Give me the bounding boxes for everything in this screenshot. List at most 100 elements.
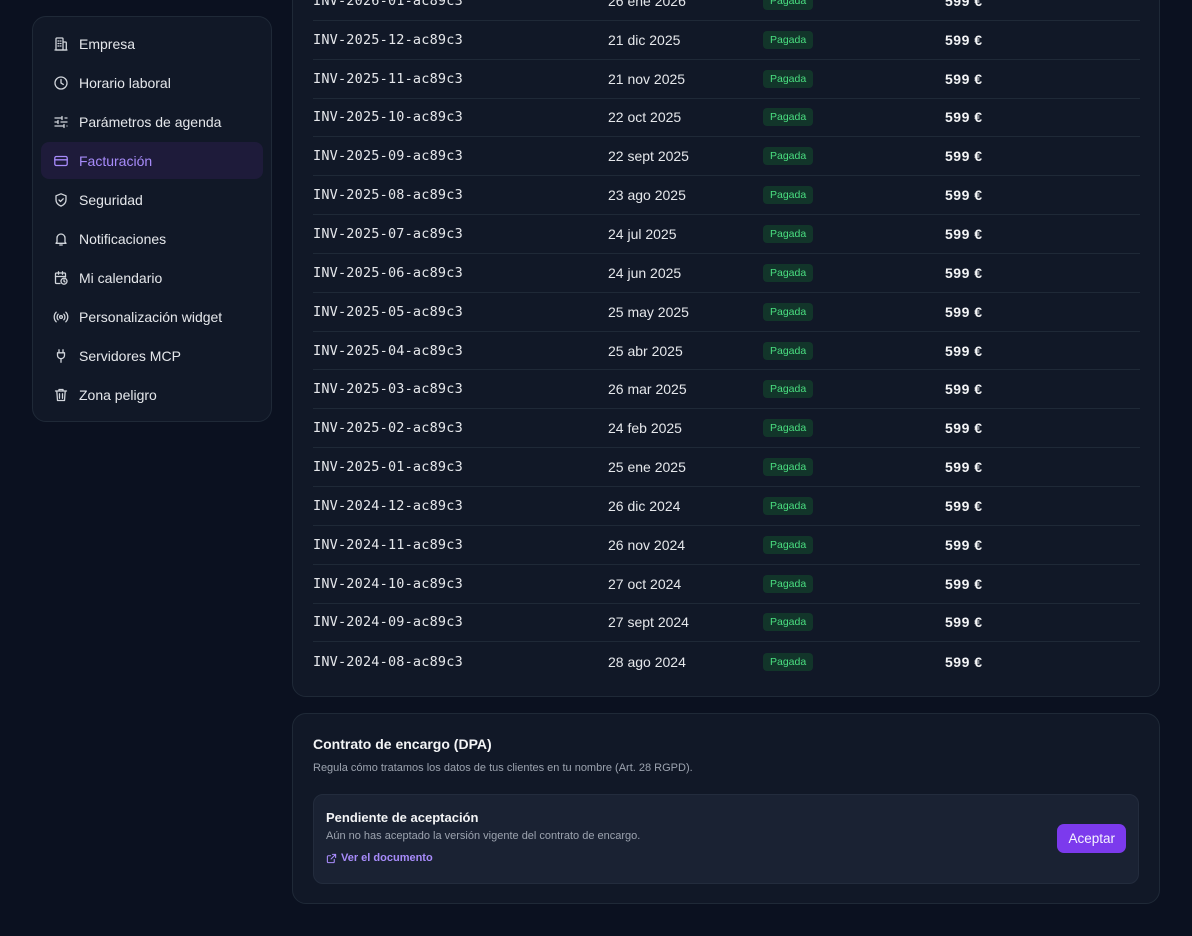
invoice-id: INV-2024-10-ac89c3 (313, 575, 463, 592)
sidebar-item-facturacion[interactable]: Facturación (41, 142, 263, 179)
invoice-amount: 599 € (945, 187, 983, 204)
invoice-row[interactable]: INV-2025-01-ac89c3 25 ene 2025 Pagada 599 € (313, 448, 1140, 487)
status-badge: Pagada (763, 0, 814, 10)
sidebar-item-parametros-agenda[interactable]: Parámetros de agenda (41, 103, 263, 140)
sidebar-item-zona-peligro[interactable]: Zona peligro (41, 376, 263, 413)
sidebar-item-servidores-mcp[interactable]: Servidores MCP (41, 337, 263, 374)
invoice-amount: 599 € (945, 536, 983, 553)
invoice-row[interactable]: INV-2025-09-ac89c3 22 sept 2025 Pagada 599 … (313, 137, 1140, 177)
credit-card-icon (53, 153, 69, 169)
status-badge: Pagada (763, 613, 814, 632)
invoice-date: 25 may 2025 (608, 303, 689, 320)
invoice-id: INV-2025-02-ac89c3 (313, 420, 463, 437)
external-link-icon (326, 853, 337, 863)
clock-icon (53, 75, 69, 91)
settings-sidebar: Empresa Horario laboral Parámetros de ag… (32, 16, 272, 422)
status-badge: Pagada (763, 574, 814, 593)
invoice-date: 28 ago 2024 (608, 653, 686, 670)
invoice-row[interactable]: INV-2025-08-ac89c3 23 ago 2025 Pagada 599 € (313, 176, 1140, 216)
invoice-id: INV-2025-03-ac89c3 (313, 381, 463, 398)
status-badge: Pagada (763, 341, 814, 360)
sidebar-item-notificaciones[interactable]: Notificaciones (41, 220, 263, 257)
invoice-amount: 599 € (945, 70, 983, 87)
dpa-card: Contrato de encargo (DPA) Regula cómo tr… (292, 713, 1160, 904)
invoice-amount: 599 € (945, 303, 983, 320)
invoices-table: INV-2026-01-ac89c3 26 ene 2026 Pagada 599 €… (313, 0, 1140, 681)
sidebar-item-label: Horario laboral (79, 74, 171, 91)
shield-icon (53, 192, 69, 208)
invoice-row[interactable]: INV-2024-12-ac89c3 26 dic 2024 Pagada 599 € (313, 487, 1140, 526)
invoice-row[interactable]: INV-2025-03-ac89c3 26 mar 2025 Pagada 599 € (313, 370, 1140, 410)
invoice-amount: 599 € (945, 497, 983, 514)
sidebar-item-label: Parámetros de agenda (79, 113, 222, 130)
invoice-row[interactable]: INV-2026-01-ac89c3 26 ene 2026 Pagada 599 € (313, 0, 1140, 21)
sidebar-item-empresa[interactable]: Empresa (41, 25, 263, 62)
invoice-row[interactable]: INV-2025-12-ac89c3 21 dic 2025 Pagada 599 € (313, 21, 1140, 60)
invoice-date: 26 ene 2026 (608, 0, 686, 9)
status-badge: Pagada (763, 147, 814, 166)
sidebar-item-label: Servidores MCP (79, 347, 181, 364)
calendar-clock-icon (53, 270, 69, 286)
invoice-row[interactable]: INV-2025-10-ac89c3 22 oct 2025 Pagada 599 € (313, 99, 1140, 138)
invoice-date: 23 ago 2025 (608, 187, 686, 204)
invoice-row[interactable]: INV-2024-08-ac89c3 28 ago 2024 Pagada 599 € (313, 642, 1140, 681)
sidebar-item-personalizacion-widget[interactable]: Personalización widget (41, 298, 263, 335)
sidebar-item-label: Mi calendario (79, 269, 163, 286)
invoice-id: INV-2025-08-ac89c3 (313, 187, 463, 204)
invoice-amount: 599 € (945, 225, 983, 242)
status-badge: Pagada (763, 186, 814, 205)
dpa-subtitle: Regula cómo tratamos los datos de tus cl… (313, 762, 693, 774)
invoice-id: INV-2024-11-ac89c3 (313, 536, 463, 553)
invoice-amount: 599 € (945, 381, 983, 398)
trash-icon (53, 387, 69, 403)
status-badge: Pagada (763, 69, 814, 88)
invoice-date: 26 mar 2025 (608, 381, 687, 398)
view-document-label: Ver el documento (341, 852, 433, 864)
invoice-row[interactable]: INV-2024-10-ac89c3 27 oct 2024 Pagada 599 € (313, 565, 1140, 604)
invoice-id: INV-2025-07-ac89c3 (313, 225, 463, 242)
invoice-date: 27 sept 2024 (608, 614, 689, 631)
invoice-id: INV-2024-08-ac89c3 (313, 653, 463, 670)
dpa-status-box: Pendiente de aceptación Aún no has acept… (313, 794, 1139, 884)
view-document-link[interactable]: Ver el documento (326, 852, 433, 864)
plug-icon (53, 348, 69, 364)
sidebar-item-seguridad[interactable]: Seguridad (41, 181, 263, 218)
invoice-amount: 599 € (945, 420, 983, 437)
invoice-amount: 599 € (945, 31, 983, 48)
invoice-id: INV-2025-04-ac89c3 (313, 342, 463, 359)
invoice-date: 27 oct 2024 (608, 575, 682, 592)
sliders-icon (53, 114, 69, 130)
sidebar-item-label: Seguridad (79, 191, 143, 208)
dpa-status-title: Pendiente de aceptación (326, 810, 479, 825)
invoice-row[interactable]: INV-2024-09-ac89c3 27 sept 2024 Pagada 599 … (313, 604, 1140, 643)
dpa-title: Contrato de encargo (DPA) (313, 736, 492, 752)
sidebar-item-horario-laboral[interactable]: Horario laboral (41, 64, 263, 101)
invoice-id: INV-2025-11-ac89c3 (313, 70, 463, 87)
status-badge: Pagada (763, 380, 814, 399)
accept-dpa-button[interactable]: Aceptar (1057, 824, 1126, 853)
invoice-row[interactable]: INV-2025-07-ac89c3 24 jul 2025 Pagada 599 € (313, 215, 1140, 254)
invoice-date: 26 nov 2024 (608, 536, 686, 553)
invoice-row[interactable]: INV-2025-06-ac89c3 24 jun 2025 Pagada 599 € (313, 254, 1140, 293)
invoice-date: 22 sept 2025 (608, 148, 689, 165)
invoice-row[interactable]: INV-2025-02-ac89c3 24 feb 2025 Pagada 599 € (313, 409, 1140, 449)
invoice-row[interactable]: INV-2025-05-ac89c3 25 may 2025 Pagada 599 € (313, 293, 1140, 332)
invoice-amount: 599 € (945, 653, 983, 670)
status-badge: Pagada (763, 496, 814, 515)
invoice-date: 21 nov 2025 (608, 70, 686, 87)
invoice-row[interactable]: INV-2025-04-ac89c3 25 abr 2025 Pagada 599 € (313, 332, 1140, 371)
invoice-row[interactable]: INV-2025-11-ac89c3 21 nov 2025 Pagada 599 € (313, 60, 1140, 99)
invoice-row[interactable]: INV-2024-11-ac89c3 26 nov 2024 Pagada 599 € (313, 526, 1140, 565)
status-badge: Pagada (763, 108, 814, 127)
status-badge: Pagada (763, 263, 814, 282)
invoice-date: 24 jun 2025 (608, 264, 682, 281)
bell-icon (53, 231, 69, 247)
invoice-amount: 599 € (945, 264, 983, 281)
invoice-amount: 599 € (945, 0, 983, 9)
invoice-id: INV-2024-09-ac89c3 (313, 614, 463, 631)
status-badge: Pagada (763, 224, 814, 243)
invoice-id: INV-2025-06-ac89c3 (313, 264, 463, 281)
sidebar-item-mi-calendario[interactable]: Mi calendario (41, 259, 263, 296)
invoice-amount: 599 € (945, 148, 983, 165)
invoice-amount: 599 € (945, 342, 983, 359)
